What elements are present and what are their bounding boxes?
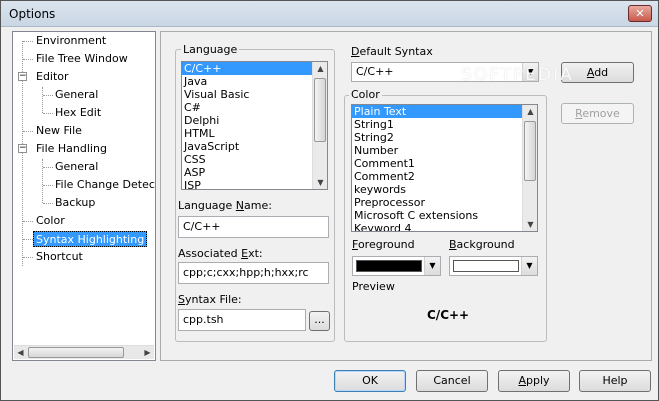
syntax-highlighting-panel: Language C/C++ Java Visual Basic C# Delp… bbox=[160, 31, 652, 361]
tree-item-color[interactable]: Color bbox=[34, 213, 67, 229]
tree-item-editor-general[interactable]: General bbox=[53, 87, 100, 103]
foreground-label: Foreground bbox=[352, 238, 415, 251]
tree-item-file-handling[interactable]: File Handling bbox=[34, 141, 109, 157]
syntax-file-label: Syntax File: bbox=[178, 293, 242, 306]
preview-text: C/C++ bbox=[427, 308, 470, 322]
tree-item-file-change-detect[interactable]: File Change Detect bbox=[53, 177, 155, 193]
scroll-left-icon[interactable]: ◀ bbox=[14, 346, 27, 359]
list-item[interactable]: ASP bbox=[182, 166, 327, 179]
list-item[interactable]: JSP bbox=[182, 179, 327, 189]
default-syntax-label: Default Syntax bbox=[351, 45, 433, 58]
associated-ext-field[interactable]: cpp;c;cxx;hpp;h;hxx;rc bbox=[178, 262, 329, 284]
list-item[interactable]: Plain Text bbox=[352, 105, 537, 118]
window-title: Options bbox=[9, 7, 56, 21]
language-list-scrollbar[interactable]: ▲ ▼ bbox=[312, 62, 327, 189]
list-item[interactable]: C# bbox=[182, 101, 327, 114]
ok-button[interactable]: OK bbox=[334, 370, 406, 392]
list-item[interactable]: Java bbox=[182, 75, 327, 88]
watermark: SOFTPEDIA bbox=[461, 65, 574, 85]
tree-item-syntax-highlighting[interactable]: Syntax Highlighting bbox=[33, 231, 148, 247]
tree-line bbox=[42, 159, 43, 203]
tree-item-editor[interactable]: Editor bbox=[34, 69, 71, 85]
cancel-button[interactable]: Cancel bbox=[416, 370, 488, 392]
tree-horizontal-scrollbar[interactable]: ◀ ▶ bbox=[14, 345, 154, 359]
scroll-down-icon[interactable]: ▼ bbox=[314, 176, 327, 189]
scroll-down-icon[interactable]: ▼ bbox=[524, 218, 537, 231]
tree-item-shortcut[interactable]: Shortcut bbox=[34, 249, 85, 265]
list-item[interactable]: C/C++ bbox=[182, 62, 327, 75]
list-item[interactable]: CSS bbox=[182, 153, 327, 166]
tree-item-new-file[interactable]: New File bbox=[34, 123, 84, 139]
list-item[interactable]: Microsoft C extensions bbox=[352, 209, 537, 222]
foreground-color-combo[interactable]: ▼ bbox=[352, 256, 441, 276]
color-list-scrollbar[interactable]: ▲ ▼ bbox=[522, 105, 537, 231]
dropdown-arrow-icon[interactable]: ▼ bbox=[424, 257, 440, 275]
syntax-file-field[interactable]: cpp.tsh bbox=[178, 309, 306, 331]
language-group-label: Language bbox=[181, 43, 240, 56]
tree-item-hex-edit[interactable]: Hex Edit bbox=[53, 105, 103, 121]
list-item[interactable]: JavaScript bbox=[182, 140, 327, 153]
scroll-up-icon[interactable]: ▲ bbox=[314, 62, 327, 75]
list-item[interactable]: Comment1 bbox=[352, 157, 537, 170]
list-item[interactable]: Comment2 bbox=[352, 170, 537, 183]
browse-button[interactable]: ... bbox=[309, 311, 330, 331]
language-list[interactable]: C/C++ Java Visual Basic C# Delphi HTML J… bbox=[181, 61, 328, 190]
scroll-thumb[interactable] bbox=[524, 121, 536, 181]
list-item[interactable]: Delphi bbox=[182, 114, 327, 127]
language-name-label: Language Name: bbox=[178, 199, 272, 212]
options-dialog: Options ✕ Environment File Tree Window −… bbox=[0, 0, 659, 401]
tree-item-backup[interactable]: Backup bbox=[53, 195, 97, 211]
collapse-icon[interactable]: − bbox=[18, 72, 27, 81]
list-item[interactable]: Keyword 4 bbox=[352, 222, 537, 231]
associated-ext-label: Associated Ext: bbox=[178, 247, 263, 260]
tree-item-file-handling-general[interactable]: General bbox=[53, 159, 100, 175]
list-item[interactable]: String2 bbox=[352, 131, 537, 144]
background-color-combo[interactable]: ▼ bbox=[449, 256, 538, 276]
scroll-up-icon[interactable]: ▲ bbox=[524, 105, 537, 118]
list-item[interactable]: String1 bbox=[352, 118, 537, 131]
background-label: Background bbox=[449, 238, 515, 251]
list-item[interactable]: HTML bbox=[182, 127, 327, 140]
apply-button[interactable]: Apply bbox=[498, 370, 570, 392]
default-syntax-value: C/C++ bbox=[356, 65, 394, 78]
options-tree[interactable]: Environment File Tree Window − Editor Ge… bbox=[12, 31, 156, 361]
scroll-right-icon[interactable]: ▶ bbox=[141, 346, 154, 359]
scroll-thumb[interactable] bbox=[314, 78, 326, 142]
remove-button[interactable]: Remove bbox=[561, 103, 634, 124]
tree-item-environment[interactable]: Environment bbox=[34, 33, 108, 49]
tree-line bbox=[42, 87, 43, 113]
collapse-icon[interactable]: − bbox=[18, 144, 27, 153]
help-button[interactable]: Help bbox=[579, 370, 651, 392]
close-icon: ✕ bbox=[635, 7, 645, 20]
title-bar[interactable]: Options ✕ bbox=[1, 1, 658, 27]
list-item[interactable]: Preprocessor bbox=[352, 196, 537, 209]
close-button[interactable]: ✕ bbox=[628, 5, 652, 22]
dropdown-arrow-icon[interactable]: ▼ bbox=[521, 257, 537, 275]
color-group-label: Color bbox=[349, 88, 382, 101]
list-item[interactable]: Number bbox=[352, 144, 537, 157]
foreground-swatch bbox=[356, 260, 422, 272]
tree-item-file-tree-window[interactable]: File Tree Window bbox=[34, 51, 130, 67]
preview-label: Preview bbox=[352, 280, 395, 293]
color-element-list[interactable]: Plain Text String1 String2 Number Commen… bbox=[351, 104, 538, 232]
background-swatch bbox=[453, 260, 519, 272]
scroll-thumb[interactable] bbox=[28, 347, 124, 358]
list-item[interactable]: Visual Basic bbox=[182, 88, 327, 101]
list-item[interactable]: keywords bbox=[352, 183, 537, 196]
language-name-field[interactable]: C/C++ bbox=[178, 216, 329, 238]
